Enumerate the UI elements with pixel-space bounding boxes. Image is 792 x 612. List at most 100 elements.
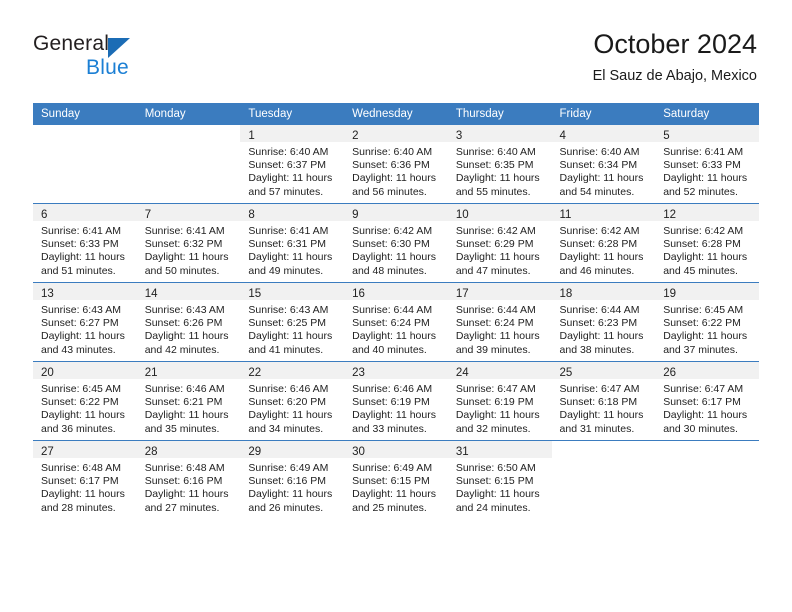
- day-number-band: 24: [447, 362, 552, 379]
- day-number: 16: [352, 288, 365, 300]
- daylight-duration-line1: Daylight: 11 hours: [248, 251, 333, 264]
- day-cell-content: 9 Sunrise: 6:42 AM Sunset: 6:30 PM Daylight…: [344, 204, 448, 282]
- calendar-day-cell[interactable]: 1 Sunrise: 6:40 AM Sunset: 6:37 PM Daylight…: [240, 125, 345, 204]
- day-number-band: 8: [240, 204, 345, 221]
- sunrise-time: Sunrise: 6:50 AM: [455, 462, 536, 474]
- day-number: 26: [663, 367, 677, 379]
- calendar-day-cell[interactable]: 5 Sunrise: 6:41 AM Sunset: 6:33 PM Daylight…: [655, 125, 759, 204]
- calendar-day-cell[interactable]: 30 Sunrise: 6:49 AM Sunset: 6:15 PM Dayligh…: [344, 440, 448, 519]
- day-sun-info: Sunrise: 6:48 AM Sunset: 6:17 PM Daylight:…: [33, 458, 137, 515]
- calendar-day-cell[interactable]: 8 Sunrise: 6:41 AM Sunset: 6:31 PM Daylight…: [240, 203, 345, 283]
- weekday-header-tuesday: Tuesday: [240, 103, 345, 125]
- day-number: 10: [455, 209, 469, 221]
- general-blue-logo[interactable]: General Blue: [33, 32, 233, 84]
- day-cell-content: 7 Sunrise: 6:41 AM Sunset: 6:32 PM Daylight…: [136, 204, 241, 282]
- day-number-band: [33, 125, 137, 142]
- calendar-day-cell[interactable]: 14 Sunrise: 6:43 AM Sunset: 6:26 PM Dayligh…: [136, 282, 241, 362]
- logo-text-blue: Blue: [86, 56, 129, 79]
- calendar-week-row: 20 Sunrise: 6:45 AM Sunset: 6:22 PM Dayligh…: [33, 361, 759, 441]
- calendar-day-cell[interactable]: 9 Sunrise: 6:42 AM Sunset: 6:30 PM Daylight…: [344, 203, 448, 283]
- daylight-duration-line1: Daylight: 11 hours: [352, 172, 436, 185]
- calendar-day-cell[interactable]: 25 Sunrise: 6:47 AM Sunset: 6:18 PM Dayligh…: [551, 361, 656, 441]
- day-number-band: 7: [136, 204, 241, 221]
- day-number: 22: [248, 367, 262, 379]
- day-cell-content: 31 Sunrise: 6:50 AM Sunset: 6:15 PM Dayligh…: [447, 441, 552, 519]
- sunset-time: Sunset: 6:19 PM: [455, 396, 534, 409]
- daylight-duration-line2: and 46 minutes.: [559, 264, 635, 277]
- calendar-day-cell[interactable]: 17 Sunrise: 6:44 AM Sunset: 6:24 PM Dayligh…: [447, 282, 552, 362]
- logo-text-general: General: [33, 32, 110, 55]
- calendar-day-cell[interactable]: 13 Sunrise: 6:43 AM Sunset: 6:27 PM Dayligh…: [33, 282, 137, 362]
- daylight-duration-line2: and 24 minutes.: [455, 501, 531, 514]
- calendar-day-cell[interactable]: 3 Sunrise: 6:40 AM Sunset: 6:35 PM Daylight…: [447, 125, 552, 204]
- calendar-day-cell[interactable]: 7 Sunrise: 6:41 AM Sunset: 6:32 PM Daylight…: [136, 203, 241, 283]
- day-cell-content: 16 Sunrise: 6:44 AM Sunset: 6:24 PM Dayligh…: [344, 283, 448, 361]
- day-sun-info: Sunrise: 6:49 AM Sunset: 6:15 PM Daylight:…: [344, 458, 448, 515]
- day-number-band: 29: [240, 441, 345, 458]
- calendar-day-cell[interactable]: 26 Sunrise: 6:47 AM Sunset: 6:17 PM Dayligh…: [655, 361, 759, 441]
- calendar-day-cell[interactable]: 23 Sunrise: 6:46 AM Sunset: 6:19 PM Dayligh…: [344, 361, 448, 441]
- calendar-day-cell[interactable]: 15 Sunrise: 6:43 AM Sunset: 6:25 PM Dayligh…: [240, 282, 345, 362]
- calendar-day-cell[interactable]: 12 Sunrise: 6:42 AM Sunset: 6:28 PM Dayligh…: [655, 203, 759, 283]
- day-cell-content: 24 Sunrise: 6:47 AM Sunset: 6:19 PM Dayligh…: [447, 362, 552, 440]
- calendar-week-row: 13 Sunrise: 6:43 AM Sunset: 6:27 PM Dayligh…: [33, 282, 759, 362]
- daylight-duration-line2: and 26 minutes.: [248, 501, 324, 514]
- daylight-duration-line1: Daylight: 11 hours: [41, 409, 125, 422]
- calendar-day-cell[interactable]: 20 Sunrise: 6:45 AM Sunset: 6:22 PM Dayligh…: [33, 361, 137, 441]
- calendar-day-cell[interactable]: 29 Sunrise: 6:49 AM Sunset: 6:16 PM Dayligh…: [240, 440, 345, 519]
- daylight-duration-line2: and 52 minutes.: [663, 185, 738, 198]
- sunrise-time: Sunrise: 6:44 AM: [455, 304, 536, 316]
- calendar-day-cell[interactable]: 19 Sunrise: 6:45 AM Sunset: 6:22 PM Dayligh…: [655, 282, 759, 362]
- day-cell-content: 30 Sunrise: 6:49 AM Sunset: 6:15 PM Dayligh…: [344, 441, 448, 519]
- calendar-day-cell[interactable]: 11 Sunrise: 6:42 AM Sunset: 6:28 PM Dayligh…: [551, 203, 656, 283]
- day-sun-info: Sunrise: 6:45 AM Sunset: 6:22 PM Daylight:…: [655, 300, 759, 357]
- daylight-duration-line2: and 35 minutes.: [144, 422, 220, 435]
- calendar-day-cell[interactable]: 28 Sunrise: 6:48 AM Sunset: 6:16 PM Dayligh…: [136, 440, 241, 519]
- sunset-time: Sunset: 6:28 PM: [559, 238, 638, 251]
- day-number-band: 3: [447, 125, 552, 142]
- sunset-time: Sunset: 6:35 PM: [455, 159, 534, 172]
- page-header: General Blue October 2024 El Sauz de Aba…: [0, 0, 792, 100]
- day-cell-content: [33, 125, 137, 203]
- calendar-day-cell[interactable]: 24 Sunrise: 6:47 AM Sunset: 6:19 PM Dayligh…: [447, 361, 552, 441]
- day-number-band: 21: [136, 362, 241, 379]
- calendar-day-cell[interactable]: 6 Sunrise: 6:41 AM Sunset: 6:33 PM Daylight…: [33, 203, 137, 283]
- daylight-duration-line2: and 34 minutes.: [248, 422, 324, 435]
- sunset-time: Sunset: 6:17 PM: [663, 396, 741, 409]
- sunrise-time: Sunrise: 6:40 AM: [559, 146, 640, 158]
- daylight-duration-line2: and 33 minutes.: [352, 422, 427, 435]
- sunrise-time: Sunrise: 6:40 AM: [248, 146, 329, 158]
- day-sun-info: Sunrise: 6:41 AM Sunset: 6:33 PM Daylight:…: [33, 221, 137, 278]
- sunset-time: Sunset: 6:21 PM: [144, 396, 223, 409]
- sunset-time: Sunset: 6:17 PM: [41, 475, 119, 488]
- day-number-band: 1: [240, 125, 345, 142]
- daylight-duration-line2: and 56 minutes.: [352, 185, 427, 198]
- sunrise-time: Sunrise: 6:47 AM: [455, 383, 536, 395]
- day-sun-info: Sunrise: 6:49 AM Sunset: 6:16 PM Daylight:…: [240, 458, 344, 515]
- calendar-day-cell[interactable]: 2 Sunrise: 6:40 AM Sunset: 6:36 PM Daylight…: [344, 125, 448, 204]
- calendar-day-cell[interactable]: 31 Sunrise: 6:50 AM Sunset: 6:15 PM Dayligh…: [447, 440, 552, 519]
- daylight-duration-line1: Daylight: 11 hours: [248, 172, 333, 185]
- day-sun-info: Sunrise: 6:44 AM Sunset: 6:24 PM Daylight:…: [344, 300, 448, 357]
- calendar-day-cell[interactable]: 21 Sunrise: 6:46 AM Sunset: 6:21 PM Dayligh…: [136, 361, 241, 441]
- calendar-day-cell[interactable]: 27 Sunrise: 6:48 AM Sunset: 6:17 PM Dayligh…: [33, 440, 137, 519]
- day-sun-info: Sunrise: 6:44 AM Sunset: 6:24 PM Daylight:…: [448, 300, 552, 357]
- sunrise-time: Sunrise: 6:43 AM: [144, 304, 225, 316]
- calendar-day-cell[interactable]: 22 Sunrise: 6:46 AM Sunset: 6:20 PM Dayligh…: [240, 361, 345, 441]
- daylight-duration-line1: Daylight: 11 hours: [144, 251, 229, 264]
- daylight-duration-line2: and 49 minutes.: [248, 264, 324, 277]
- sunset-time: Sunset: 6:30 PM: [352, 238, 430, 251]
- day-sun-info: Sunrise: 6:42 AM Sunset: 6:30 PM Daylight:…: [344, 221, 448, 278]
- day-number: 9: [352, 209, 359, 221]
- day-cell-content: 19 Sunrise: 6:45 AM Sunset: 6:22 PM Dayligh…: [655, 283, 759, 361]
- day-sun-info: Sunrise: 6:46 AM Sunset: 6:21 PM Daylight:…: [137, 379, 241, 436]
- calendar-day-cell[interactable]: 4 Sunrise: 6:40 AM Sunset: 6:34 PM Daylight…: [551, 125, 656, 204]
- day-cell-content: 14 Sunrise: 6:43 AM Sunset: 6:26 PM Dayligh…: [136, 283, 241, 361]
- day-sun-info: Sunrise: 6:50 AM Sunset: 6:15 PM Daylight:…: [448, 458, 552, 515]
- calendar-day-cell[interactable]: 16 Sunrise: 6:44 AM Sunset: 6:24 PM Dayligh…: [344, 282, 448, 362]
- calendar-day-cell[interactable]: 18 Sunrise: 6:44 AM Sunset: 6:23 PM Dayligh…: [551, 282, 656, 362]
- sunrise-time: Sunrise: 6:44 AM: [559, 304, 640, 316]
- calendar-day-cell[interactable]: 10 Sunrise: 6:42 AM Sunset: 6:29 PM Dayligh…: [447, 203, 552, 283]
- day-number-band: 30: [344, 441, 448, 458]
- day-number: 17: [455, 288, 469, 300]
